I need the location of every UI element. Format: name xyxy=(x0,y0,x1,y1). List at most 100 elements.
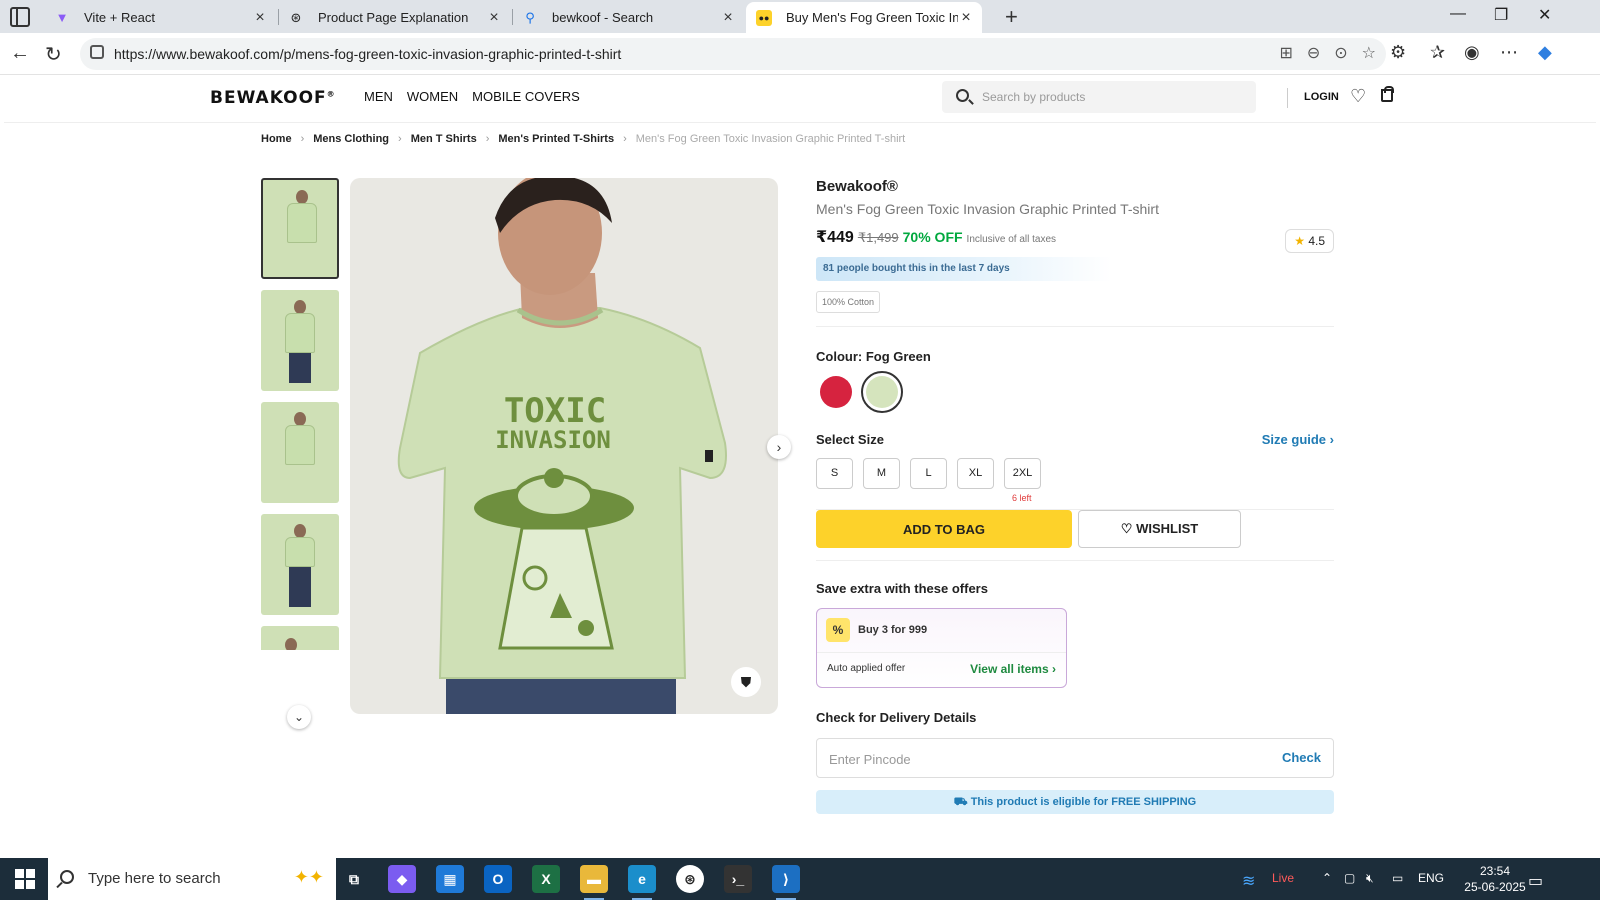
size-m[interactable]: M xyxy=(863,458,900,489)
nav-mobile-covers[interactable]: MOBILE COVERS xyxy=(472,89,580,104)
web-page: BEWAKOOF® MEN WOMEN MOBILE COVERS LOGIN … xyxy=(4,76,1596,858)
tshirt-icon[interactable]: ⛊ xyxy=(731,667,761,697)
site-search[interactable] xyxy=(942,81,1256,113)
extensions-icon[interactable]: ⚙ xyxy=(1390,42,1406,63)
chevron-up-icon[interactable]: ⌃ xyxy=(1322,871,1332,885)
app-available-icon[interactable]: ⊞ xyxy=(1279,43,1292,63)
pincode-input[interactable] xyxy=(829,749,1249,769)
vscode-app-icon[interactable]: ⟩ xyxy=(772,865,800,900)
battery-icon[interactable]: ▭ xyxy=(1392,871,1403,885)
address-toolbar: ← ↻ https://www.bewakoof.com/p/mens-fog-… xyxy=(0,33,1600,75)
tax-note: Inclusive of all taxes xyxy=(966,234,1057,245)
tab-vite-react[interactable]: ▼ Vite + React × xyxy=(44,2,276,33)
bewakoof-logo[interactable]: BEWAKOOF® xyxy=(210,88,336,108)
size-s[interactable]: S xyxy=(816,458,853,489)
price-row: ₹449 ₹1,499 70% OFF Inclusive of all tax… xyxy=(816,227,1334,247)
product-main-image[interactable]: TOXIC INVASION xyxy=(350,178,778,714)
tab-bewakoof-product[interactable]: ●● Buy Men's Fog Green Toxic Invasi × xyxy=(746,2,982,33)
tab-bewkoof-search[interactable]: ⚲ bewkoof - Search × xyxy=(512,2,744,33)
tab-actions-icon[interactable] xyxy=(10,7,30,27)
file-explorer-icon[interactable]: ▬ xyxy=(580,865,608,900)
search-icon xyxy=(956,89,969,102)
swatch-fog-green[interactable] xyxy=(861,371,903,413)
bag-icon[interactable] xyxy=(1381,86,1394,102)
zoom-out-icon[interactable]: ⊖ xyxy=(1307,43,1320,63)
wishlist-heart-icon[interactable]: ♡ xyxy=(1350,86,1366,107)
offer-card[interactable]: % Buy 3 for 999 Auto applied offer View … xyxy=(816,608,1067,688)
windows-taskbar: Type here to search ✦✦ ⧉ ◆ ▦ O X ▬ e ⊛ ›… xyxy=(0,858,1600,900)
profile-avatar-icon[interactable]: ◉ xyxy=(1464,42,1480,63)
thumbnail-2[interactable] xyxy=(261,290,339,391)
taskbar-search-text: Type here to search xyxy=(88,870,221,887)
close-window-icon[interactable]: ✕ xyxy=(1538,5,1551,25)
weather-icon[interactable]: ≋ xyxy=(1242,871,1255,891)
wishlist-button[interactable]: ♡ WISHLIST xyxy=(1078,510,1241,548)
chatgpt-app-icon[interactable]: ⊛ xyxy=(676,865,704,893)
search-icon xyxy=(60,870,74,884)
edge-browser-icon[interactable]: e xyxy=(628,865,656,900)
close-icon[interactable]: × xyxy=(720,9,736,27)
view-all-items-link[interactable]: View all items › xyxy=(970,662,1056,676)
outlook-app-icon[interactable]: O xyxy=(484,865,512,893)
windows-start-icon[interactable] xyxy=(15,869,35,889)
system-clock[interactable]: 23:54 25-06-2025 xyxy=(1460,863,1530,895)
language-indicator[interactable]: ENG xyxy=(1418,871,1444,885)
close-icon[interactable]: × xyxy=(486,9,502,27)
size-header: Select Size Size guide › xyxy=(816,432,1334,447)
volume-mute-icon[interactable]: 🔇︎ xyxy=(1366,871,1374,886)
favorites-icon[interactable]: ✰ xyxy=(1430,42,1445,63)
nav-men[interactable]: MEN xyxy=(364,89,393,104)
size-guide-link[interactable]: Size guide › xyxy=(1262,432,1334,447)
nav-women[interactable]: WOMEN xyxy=(407,89,458,104)
free-shipping-banner: ⛟ This product is eligible for FREE SHIP… xyxy=(816,790,1334,814)
reading-mode-icon[interactable]: ⊙ xyxy=(1334,43,1347,63)
copilot-icon[interactable]: ◆ xyxy=(1538,42,1552,63)
next-image-arrow[interactable]: › xyxy=(767,435,791,459)
thumbnail-4[interactable] xyxy=(261,514,339,615)
login-link[interactable]: LOGIN xyxy=(1304,91,1339,103)
minimize-icon[interactable]: — xyxy=(1450,5,1466,23)
pincode-check-button[interactable]: Check xyxy=(1282,750,1321,765)
divider xyxy=(816,560,1334,561)
vite-icon: ▼ xyxy=(55,10,69,25)
new-tab-icon[interactable]: + xyxy=(1005,4,1018,30)
terminal-app-icon[interactable]: ›_ xyxy=(724,865,752,893)
breadcrumb-men-t-shirts[interactable]: Men T Shirts xyxy=(411,133,477,145)
size-l[interactable]: L xyxy=(910,458,947,489)
refresh-icon[interactable]: ↻ xyxy=(45,42,62,67)
url-bar[interactable]: https://www.bewakoof.com/p/mens-fog-gree… xyxy=(80,38,1386,70)
offer-gift-icon: % xyxy=(826,618,850,642)
meet-now-icon[interactable]: ▢ xyxy=(1344,871,1355,885)
back-icon[interactable]: ← xyxy=(10,42,30,65)
svg-text:TOXIC: TOXIC xyxy=(504,391,606,431)
chevron-down-icon[interactable]: ⌄ xyxy=(287,705,311,729)
taskbar-search[interactable]: Type here to search ✦✦ xyxy=(48,858,336,900)
breadcrumb-mens-clothing[interactable]: Mens Clothing xyxy=(313,133,389,145)
favorite-star-icon[interactable]: ☆ xyxy=(1362,43,1376,63)
close-icon[interactable]: × xyxy=(252,9,268,27)
thumbnail-1[interactable] xyxy=(261,178,339,279)
offer-auto-applied: Auto applied offer xyxy=(827,663,906,674)
rating-badge[interactable]: ★ 4.5 xyxy=(1285,229,1334,253)
excel-app-icon[interactable]: X xyxy=(532,865,560,893)
swatch-red[interactable] xyxy=(820,376,852,408)
search-input[interactable] xyxy=(982,87,1242,107)
task-view-icon[interactable]: ⧉ xyxy=(340,865,368,893)
brand-name[interactable]: Bewakoof® xyxy=(816,178,1334,195)
copilot-app-icon[interactable]: ◆ xyxy=(388,865,416,893)
thumbnail-3[interactable] xyxy=(261,402,339,503)
size-2xl[interactable]: 2XL xyxy=(1004,458,1041,489)
size-xl[interactable]: XL xyxy=(957,458,994,489)
notification-icon[interactable]: ▭ xyxy=(1528,871,1543,891)
live-indicator[interactable]: Live xyxy=(1272,871,1294,885)
add-to-bag-button[interactable]: ADD TO BAG xyxy=(816,510,1072,548)
store-app-icon[interactable]: ▦ xyxy=(436,865,464,893)
more-menu-icon[interactable]: ⋯ xyxy=(1500,42,1518,63)
restore-icon[interactable]: ❐ xyxy=(1494,5,1508,25)
breadcrumb-home[interactable]: Home xyxy=(261,133,292,145)
thumbnail-5[interactable] xyxy=(261,626,339,650)
url-text[interactable]: https://www.bewakoof.com/p/mens-fog-gree… xyxy=(114,46,621,62)
tab-product-page-explanation[interactable]: ⊛ Product Page Explanation × xyxy=(278,2,510,33)
breadcrumb-printed-t-shirts[interactable]: Men's Printed T-Shirts xyxy=(498,133,614,145)
close-icon[interactable]: × xyxy=(958,9,974,27)
